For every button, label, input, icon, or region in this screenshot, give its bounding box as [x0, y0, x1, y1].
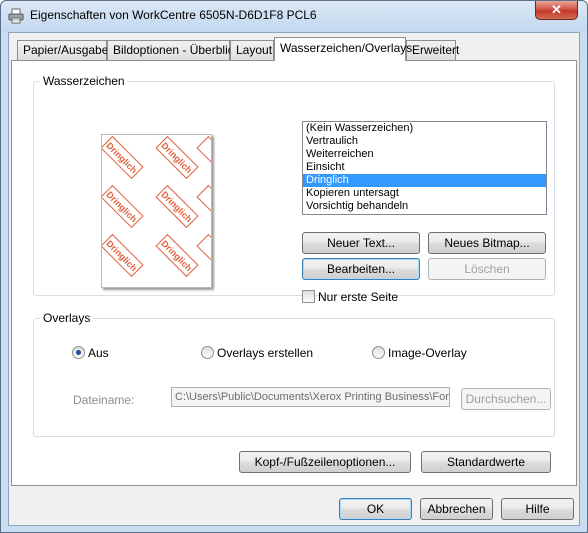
tab-label: Erweitert	[412, 43, 460, 57]
first-page-only-label[interactable]: Nur erste Seite	[318, 290, 398, 304]
preview-stamp: Dringlich	[155, 233, 199, 278]
watermark-group-title: Wasserzeichen	[40, 74, 128, 88]
preview-stamp: Dringlich	[102, 233, 144, 278]
radio-aus[interactable]	[72, 346, 85, 359]
watermark-group: Wasserzeichen Dringlich Dringlich Dringl…	[33, 74, 555, 304]
preview-stamp: Dringlich	[155, 184, 199, 229]
tab-wasserzeichen-overlays[interactable]: Wasserzeichen/Overlays	[274, 37, 412, 61]
tab-layout[interactable]: Layout	[230, 40, 274, 60]
delete-button[interactable]: Löschen	[428, 258, 546, 280]
dialog-client: Papier/Ausgabe Bildoptionen - Überblick …	[8, 32, 580, 526]
radio-image-overlay[interactable]	[372, 346, 385, 359]
watermark-list[interactable]: (Kein Wasserzeichen) Vertraulich Weiterr…	[302, 121, 547, 215]
ok-button[interactable]: OK	[339, 498, 412, 520]
tab-papier-ausgabe[interactable]: Papier/Ausgabe	[17, 40, 109, 60]
preview-stamp: Dringlich	[102, 184, 144, 229]
tab-label: Bildoptionen - Überblick	[113, 43, 240, 57]
tab-label: Papier/Ausgabe	[23, 43, 109, 57]
first-page-only-checkbox[interactable]	[302, 290, 315, 303]
list-item-selected[interactable]: Dringlich	[303, 174, 546, 187]
watermark-preview: Dringlich Dringlich Dringlich Dringlich …	[101, 134, 212, 288]
new-bitmap-button[interactable]: Neues Bitmap...	[428, 232, 546, 254]
list-item[interactable]: Einsicht	[303, 161, 546, 174]
radio-selected-dot	[76, 350, 81, 355]
radio-overlays-erstellen-label[interactable]: Overlays erstellen	[217, 346, 313, 360]
list-item[interactable]: Kopieren untersagt	[303, 187, 546, 200]
radio-image-overlay-label[interactable]: Image-Overlay	[388, 346, 467, 360]
tab-bildoptionen[interactable]: Bildoptionen - Überblick	[107, 40, 240, 60]
browse-button[interactable]: Durchsuchen...	[461, 388, 551, 410]
radio-overlays-erstellen[interactable]	[201, 346, 214, 359]
header-footer-options-button[interactable]: Kopf-/Fußzeilenoptionen...	[239, 451, 411, 473]
tab-erweitert[interactable]: Erweitert	[406, 40, 460, 60]
defaults-button[interactable]: Standardwerte	[421, 451, 551, 473]
preview-stamp-edge	[196, 135, 211, 180]
printer-icon	[8, 8, 24, 24]
new-text-button[interactable]: Neuer Text...	[302, 232, 420, 254]
preview-stamp: Dringlich	[155, 135, 199, 180]
title-bar[interactable]: Eigenschaften von WorkCentre 6505N-D6D1F…	[1, 1, 587, 31]
tab-panel: Wasserzeichen Dringlich Dringlich Dringl…	[11, 60, 577, 486]
help-button[interactable]: Hilfe	[501, 498, 574, 520]
list-item[interactable]: Weiterreichen	[303, 148, 546, 161]
window-title: Eigenschaften von WorkCentre 6505N-D6D1F…	[30, 8, 317, 22]
printer-properties-window: Eigenschaften von WorkCentre 6505N-D6D1F…	[0, 0, 588, 533]
cancel-button[interactable]: Abbrechen	[420, 498, 493, 520]
filename-field[interactable]: C:\Users\Public\Documents\Xerox Printing…	[171, 387, 450, 407]
list-item[interactable]: Vorsichtig behandeln	[303, 200, 546, 213]
filename-label: Dateiname:	[73, 393, 135, 407]
preview-stamp-edge	[196, 233, 211, 278]
radio-aus-label[interactable]: Aus	[88, 346, 109, 360]
tab-label: Layout	[236, 43, 273, 57]
overlays-group-title: Overlays	[40, 311, 94, 325]
preview-stamp: Dringlich	[102, 135, 144, 180]
tab-label: Wasserzeichen/Overlays	[280, 41, 413, 55]
preview-stamp-edge	[196, 184, 211, 229]
list-item[interactable]: Vertraulich	[303, 135, 546, 148]
edit-button[interactable]: Bearbeiten...	[302, 258, 420, 280]
overlays-group: Overlays Aus Overlays erstellen Image-Ov…	[33, 311, 555, 437]
close-button[interactable]: ✕	[535, 1, 578, 20]
list-item[interactable]: (Kein Wasserzeichen)	[303, 122, 546, 135]
